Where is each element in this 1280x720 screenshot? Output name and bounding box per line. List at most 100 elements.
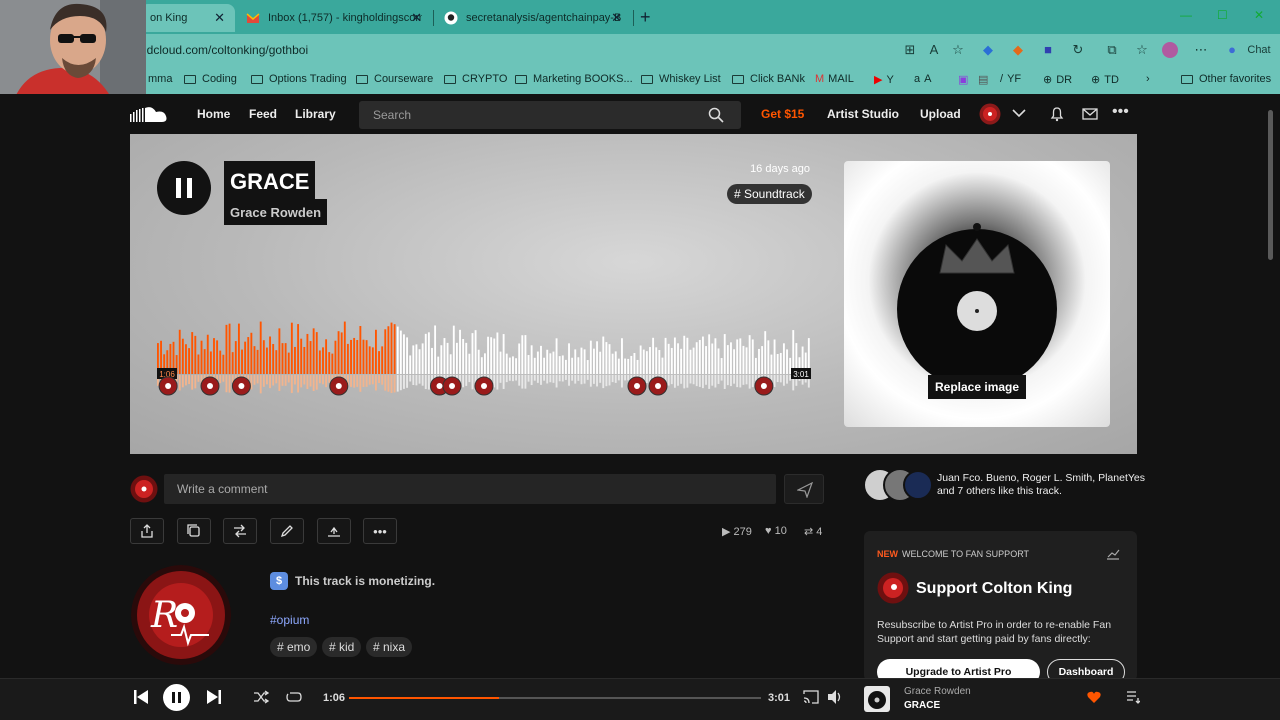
copy-link-button[interactable] (177, 518, 211, 544)
bookmark-crypto[interactable]: CRYPTO (444, 73, 507, 85)
tab-divider (633, 10, 634, 26)
nav-feed-link[interactable]: Feed (249, 107, 277, 121)
likes-stat[interactable]: ♥ 10 (765, 525, 787, 537)
reposts-stat[interactable]: ⇄ 4 (804, 525, 822, 538)
like-heart-icon[interactable] (1087, 691, 1101, 704)
bookmark-courseware[interactable]: Courseware (356, 73, 433, 85)
player-pause-button[interactable] (163, 684, 190, 711)
artist-avatar[interactable]: R (131, 565, 231, 665)
bookmark-twitch[interactable]: ▣ (958, 73, 968, 86)
bookmark-yf[interactable]: / YF (1000, 73, 1021, 85)
bookmark-whiskey-list[interactable]: Whiskey List (641, 73, 721, 85)
more-actions-button[interactable]: ••• (363, 518, 397, 544)
now-playing-artwork[interactable] (864, 686, 890, 712)
copilot-icon[interactable]: ● (1224, 42, 1240, 58)
liker-avatars[interactable] (863, 468, 933, 502)
tag-kid[interactable]: # kid (322, 637, 362, 657)
search-icon[interactable] (708, 107, 724, 123)
nav-home-link[interactable]: Home (197, 107, 230, 121)
skip-next-icon[interactable] (206, 689, 222, 705)
url-field[interactable]: ndcloud.com/coltonking/gothboi (140, 39, 900, 61)
refresh-extension-icon[interactable]: ↻ (1070, 42, 1086, 58)
bookmark-amazon[interactable]: aA (914, 73, 931, 85)
folder-icon (641, 74, 653, 84)
bookmark-dr[interactable]: ⊕ DR (1043, 73, 1072, 87)
browser-tab-github[interactable]: secretanalysis/agentchainpay-BETA ✕ (434, 4, 632, 32)
chevron-down-icon[interactable] (1012, 108, 1026, 118)
progress-bar[interactable] (349, 697, 761, 699)
track-artist-link[interactable]: Grace Rowden (224, 199, 328, 225)
now-playing-title[interactable]: GRACE (904, 700, 940, 711)
bell-icon[interactable] (1049, 106, 1065, 122)
chat-label[interactable]: Chat (1244, 42, 1274, 58)
favorites-icon[interactable]: ☆ (1134, 42, 1150, 58)
scrollbar-thumb[interactable] (1268, 110, 1273, 260)
hashtag-link[interactable]: #opium (270, 613, 309, 627)
tag-nixa[interactable]: # nixa (366, 637, 413, 657)
bookmark-click-bank[interactable]: Click BANk (732, 73, 805, 85)
close-tab-icon[interactable]: ✕ (214, 10, 225, 26)
search-input[interactable] (359, 101, 699, 129)
bookmark-options-trading[interactable]: Options Trading (251, 73, 347, 85)
repeat-icon[interactable] (286, 690, 302, 704)
extension-icon[interactable]: ■ (1040, 42, 1056, 58)
get-15-link[interactable]: Get $15 (761, 107, 804, 121)
bookmark-extension[interactable]: ▤ (978, 73, 988, 86)
read-aloud-icon[interactable]: A (926, 42, 942, 58)
upload-link[interactable]: Upload (920, 107, 961, 121)
replace-image-button[interactable]: Replace image (928, 375, 1027, 399)
profile-avatar[interactable] (1162, 42, 1178, 58)
favorite-star-icon[interactable]: ☆ (950, 42, 966, 58)
metamask-icon[interactable]: ◆ (1010, 42, 1026, 58)
close-window-icon[interactable]: ✕ (1254, 8, 1264, 22)
volume-icon[interactable] (827, 689, 843, 705)
browser-tab-soundcloud[interactable]: on King ✕ (140, 4, 235, 32)
maximize-icon[interactable]: ☐ (1217, 8, 1228, 22)
send-comment-button[interactable] (784, 474, 824, 504)
bookmark-mma[interactable]: mma (148, 73, 172, 85)
pause-button[interactable] (157, 161, 211, 215)
more-options-icon[interactable]: ••• (1112, 103, 1129, 121)
messages-envelope-icon[interactable] (1082, 107, 1098, 121)
bookmark-td[interactable]: ⊕ TD (1091, 73, 1119, 87)
waveform-bar (714, 338, 717, 374)
artist-studio-link[interactable]: Artist Studio (827, 107, 899, 121)
repost-button[interactable] (223, 518, 257, 544)
nav-library-link[interactable]: Library (295, 107, 336, 121)
more-menu-icon[interactable]: ⋯ (1193, 42, 1209, 58)
commenter-avatar (130, 475, 158, 503)
add-to-next-up-button[interactable] (317, 518, 351, 544)
bookmarks-overflow-icon[interactable]: › (1146, 73, 1150, 85)
now-playing-artist[interactable]: Grace Rowden (904, 686, 971, 697)
stats-chart-icon[interactable] (1106, 548, 1120, 560)
waveform-bar (278, 328, 281, 374)
skip-previous-icon[interactable] (133, 689, 149, 705)
likers-text[interactable]: Juan Fco. Bueno, Roger L. Smith, PlanetY… (937, 472, 1147, 498)
bookmark-marketing-books[interactable]: Marketing BOOKS... (515, 73, 633, 85)
close-tab-icon[interactable]: ✕ (411, 10, 422, 26)
tag-emo[interactable]: # emo (270, 637, 318, 657)
apps-icon[interactable]: ⊞ (902, 42, 918, 58)
edit-button[interactable] (270, 518, 304, 544)
extension-shield-icon[interactable]: ◆ (980, 42, 996, 58)
close-tab-icon[interactable]: ✕ (611, 10, 622, 26)
queue-list-icon[interactable] (1126, 690, 1140, 704)
waveform-reflection-bar (359, 375, 362, 392)
user-avatar[interactable] (979, 103, 1001, 125)
bookmark-mail[interactable]: M MAIL (815, 73, 854, 85)
bookmark-youtube[interactable]: ▶ Y (874, 73, 894, 87)
genre-tag[interactable]: # Soundtrack (727, 184, 812, 204)
minimize-icon[interactable]: — (1180, 8, 1192, 22)
comment-avatar-dot (335, 383, 342, 389)
cast-icon[interactable] (803, 690, 819, 704)
bookmark-other-favorites[interactable]: Other favorites (1181, 73, 1271, 85)
soundcloud-logo-icon[interactable] (130, 106, 172, 124)
shuffle-icon[interactable] (253, 690, 269, 704)
waveform[interactable]: 1:06 3:01 (157, 316, 811, 398)
bookmark-coding[interactable]: Coding (184, 73, 237, 85)
comment-input[interactable] (164, 474, 776, 504)
browser-tab-gmail[interactable]: Inbox (1,757) - kingholdingscomp ✕ (236, 4, 432, 32)
split-screen-icon[interactable]: ⧉ (1104, 42, 1120, 58)
new-tab-plus-icon[interactable]: + (640, 7, 651, 28)
share-button[interactable] (130, 518, 164, 544)
